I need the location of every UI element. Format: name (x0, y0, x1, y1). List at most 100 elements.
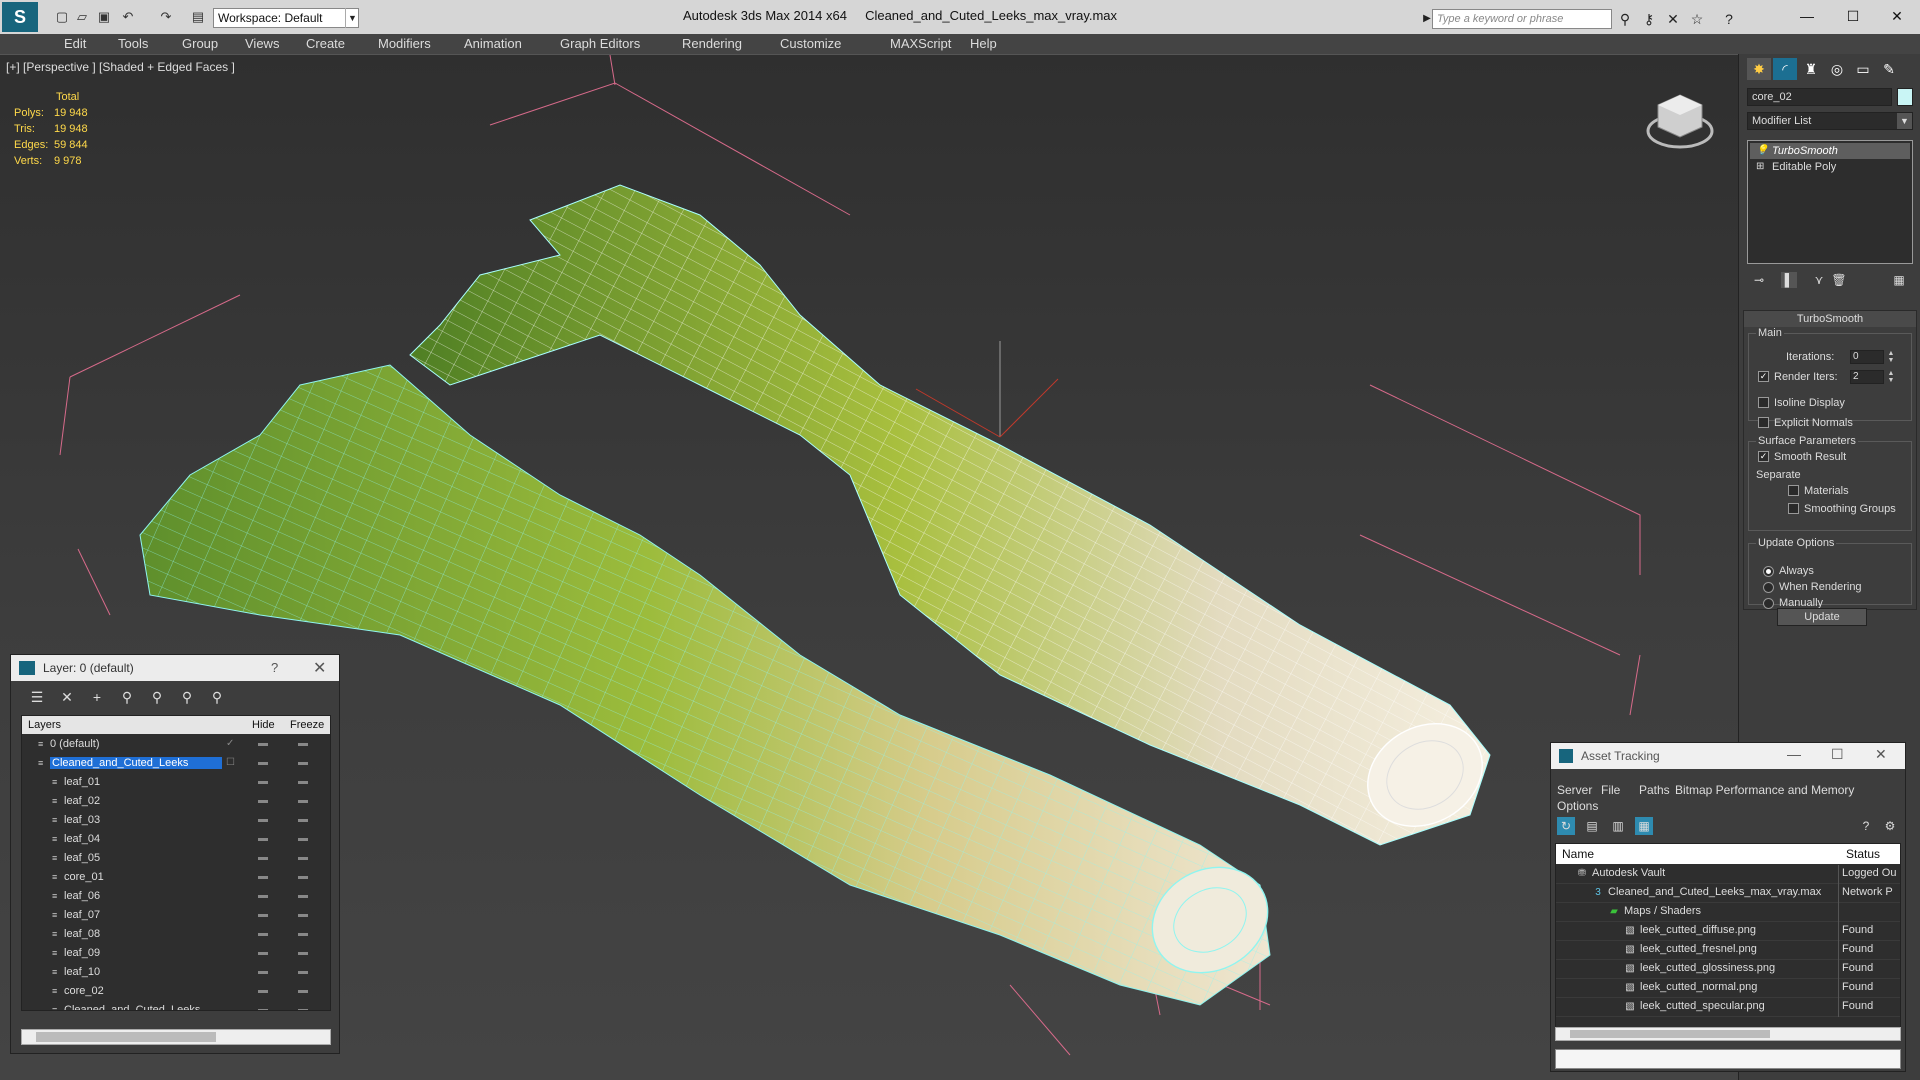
freeze-toggle[interactable]: ▬ (298, 776, 308, 787)
remove-modifier-icon[interactable]: 🗑 (1831, 272, 1847, 288)
freeze-toggle[interactable]: ▬ (298, 814, 308, 825)
expand-plus-icon[interactable]: ⊞ (1756, 159, 1764, 175)
app-logo-icon[interactable]: S (2, 2, 38, 32)
asset-row[interactable]: ▧ leek_cutted_fresnel.png Found (1556, 941, 1900, 960)
help-button[interactable]: ? (271, 660, 278, 675)
show-end-result-icon[interactable]: ▌ (1781, 272, 1797, 288)
key-icon[interactable]: ⚷ (1640, 10, 1658, 28)
chevron-down-icon[interactable]: ▼ (1897, 113, 1912, 129)
menu-animation[interactable]: Animation (464, 36, 522, 51)
freeze-toggle[interactable]: ▬ (298, 757, 308, 768)
asset-menu-options[interactable]: Options (1557, 799, 1598, 813)
hide-toggle[interactable]: ▬ (258, 985, 268, 996)
menu-rendering[interactable]: Rendering (682, 36, 742, 51)
menu-create[interactable]: Create (306, 36, 345, 51)
configure-sets-icon[interactable]: ▦ (1891, 272, 1907, 288)
project-folder-icon[interactable]: ▤ (190, 9, 206, 25)
menu-maxscript[interactable]: MAXScript (890, 36, 951, 51)
freeze-toggle[interactable]: ▬ (298, 947, 308, 958)
layer-row[interactable]: ≡ leaf_09 ▬ ▬ (22, 945, 330, 964)
freeze-toggle[interactable]: ▬ (298, 985, 308, 996)
menu-edit[interactable]: Edit (64, 36, 86, 51)
display-tab-icon[interactable]: ▭ (1851, 58, 1875, 80)
hide-toggle[interactable]: ▬ (258, 852, 268, 863)
minimize-button[interactable]: — (1790, 6, 1824, 26)
maximize-button[interactable]: ☐ (1836, 6, 1870, 26)
asset-row[interactable]: ▧ leek_cutted_specular.png Found (1556, 998, 1900, 1017)
close-button[interactable]: ✕ (1875, 746, 1887, 763)
make-unique-icon[interactable]: ⋎ (1811, 272, 1827, 288)
asset-menu-bitmap-performance-and-memory[interactable]: Bitmap Performance and Memory (1675, 783, 1854, 797)
asset-row[interactable]: ⛃ Autodesk Vault Logged Ou (1556, 865, 1900, 884)
hide-toggle[interactable]: ▬ (258, 966, 268, 977)
update-button[interactable]: Update (1777, 608, 1867, 626)
utilities-tab-icon[interactable]: ✎ (1877, 58, 1901, 80)
search-input[interactable]: Type a keyword or phrase (1432, 9, 1612, 29)
redo-icon[interactable]: ↷ (158, 9, 174, 25)
layer-row[interactable]: ≡ leaf_10 ▬ ▬ (22, 964, 330, 983)
layer-row[interactable]: ≡ 0 (default) ✓ ▬ ▬ (22, 736, 330, 755)
pin-stack-icon[interactable]: ⊸ (1751, 272, 1767, 288)
asset-row[interactable]: ▧ leek_cutted_normal.png Found (1556, 979, 1900, 998)
explicit-normals-checkbox[interactable] (1758, 417, 1769, 428)
stack-item-editable-poly[interactable]: ⊞ Editable Poly (1750, 159, 1910, 175)
layer-row[interactable]: ≡ leaf_04 ▬ ▬ (22, 831, 330, 850)
layer-row[interactable]: ≡ leaf_06 ▬ ▬ (22, 888, 330, 907)
object-name-field[interactable]: core_02 (1747, 88, 1892, 106)
freeze-toggle[interactable]: ▬ (298, 738, 308, 749)
new-file-icon[interactable]: ▢ (54, 9, 70, 25)
menu-help[interactable]: Help (970, 36, 997, 51)
smoothing-groups-checkbox[interactable] (1788, 503, 1799, 514)
menu-graph-editors[interactable]: Graph Editors (560, 36, 640, 51)
asset-menu-file[interactable]: File (1601, 783, 1620, 797)
layer-row[interactable]: ≡ leaf_01 ▬ ▬ (22, 774, 330, 793)
manually-radio[interactable] (1763, 598, 1774, 609)
menu-customize[interactable]: Customize (780, 36, 841, 51)
layers-column-header[interactable]: Layers (28, 719, 61, 731)
freeze-toggle[interactable]: ▬ (298, 966, 308, 977)
asset-row[interactable]: ▧ leek_cutted_diffuse.png Found (1556, 922, 1900, 941)
hide-toggle[interactable]: ▬ (258, 947, 268, 958)
delete-layer-icon[interactable]: ✕ (57, 688, 77, 706)
table-view-icon[interactable]: ▦ (1635, 817, 1653, 835)
menu-modifiers[interactable]: Modifiers (378, 36, 431, 51)
settings-icon[interactable]: ⚙ (1881, 817, 1899, 835)
layer-row[interactable]: ≡ core_01 ▬ ▬ (22, 869, 330, 888)
freeze-toggle[interactable]: ▬ (298, 795, 308, 806)
asset-menu-server[interactable]: Server (1557, 783, 1592, 797)
close-button[interactable]: ✕ (313, 658, 326, 678)
create-tab-icon[interactable]: ✸ (1747, 58, 1771, 80)
hide-toggle[interactable]: ▬ (258, 928, 268, 939)
undo-icon[interactable]: ↶ (120, 9, 136, 25)
hide-toggle[interactable]: ▬ (258, 871, 268, 882)
close-button[interactable]: ✕ (1880, 6, 1914, 26)
thumbnail-view-icon[interactable]: ▥ (1609, 817, 1627, 835)
always-radio[interactable] (1763, 566, 1774, 577)
layer-row[interactable]: ≡ leaf_02 ▬ ▬ (22, 793, 330, 812)
name-column-header[interactable]: Name (1562, 847, 1594, 861)
viewcube-icon[interactable] (1640, 85, 1720, 155)
isoline-checkbox[interactable] (1758, 397, 1769, 408)
layer-row[interactable]: ≡ leaf_07 ▬ ▬ (22, 907, 330, 926)
new-layer-icon[interactable]: ☰ (27, 688, 47, 706)
layer-row[interactable]: ≡ leaf_08 ▬ ▬ (22, 926, 330, 945)
hierarchy-tab-icon[interactable]: ♜ (1799, 58, 1823, 80)
asset-menu-paths[interactable]: Paths (1639, 783, 1670, 797)
hide-toggle[interactable]: ▬ (258, 776, 268, 787)
hide-toggle[interactable]: ▬ (258, 757, 268, 768)
spinner-arrows-icon[interactable]: ▲ ▼ (1886, 350, 1896, 364)
add-selected-icon[interactable]: + (87, 688, 107, 706)
horizontal-scrollbar[interactable] (21, 1029, 331, 1045)
active-layer-check-icon[interactable]: ✓ (226, 738, 234, 749)
freeze-toggle[interactable]: ▬ (298, 890, 308, 901)
hide-toggle[interactable]: ▬ (258, 1004, 268, 1010)
scrollbar-thumb[interactable] (36, 1032, 216, 1042)
layer-row[interactable]: ≡ leaf_05 ▬ ▬ (22, 850, 330, 869)
modify-tab-icon[interactable]: ◜ (1773, 58, 1797, 80)
render-iters-checkbox[interactable]: ✓ (1758, 371, 1769, 382)
active-layer-box[interactable]: ☐ (226, 757, 235, 768)
layer-row[interactable]: ≡ Cleaned_and_Cuted_Leeks ☐ ▬ ▬ (22, 755, 330, 774)
freeze-column-header[interactable]: Freeze (290, 719, 324, 731)
object-color-swatch[interactable] (1897, 88, 1913, 106)
list-view-icon[interactable]: ▤ (1583, 817, 1601, 835)
